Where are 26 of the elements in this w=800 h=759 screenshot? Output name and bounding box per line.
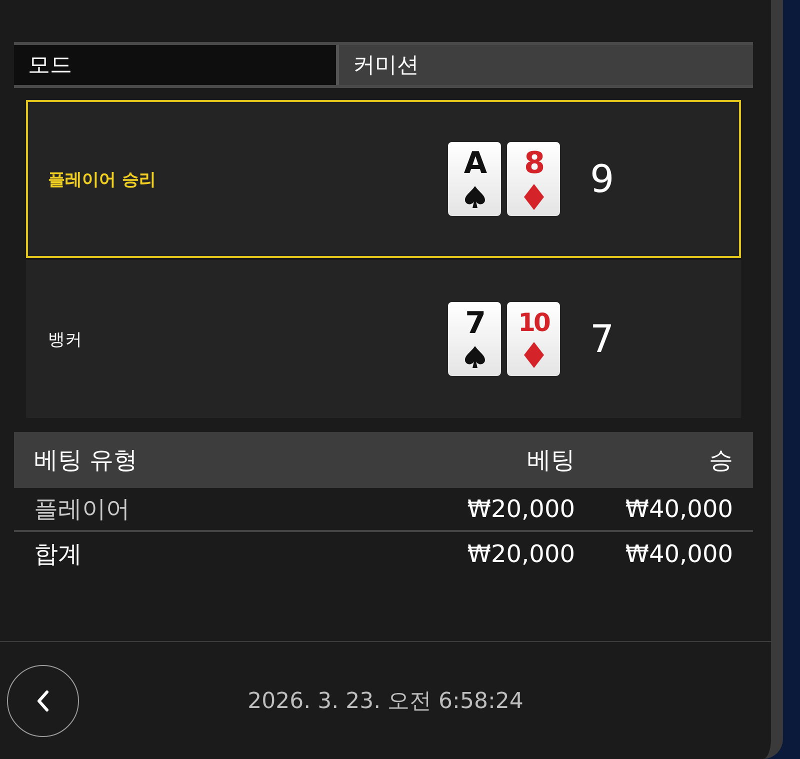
playing-card: 8	[507, 142, 560, 216]
column-header: 베팅 유형	[34, 445, 139, 476]
mode-value: 커미션	[336, 45, 753, 85]
playing-card: 10	[507, 302, 560, 376]
playing-card: A	[448, 142, 501, 216]
timestamp: 2026. 3. 23. 오전 6:58:24	[246, 688, 524, 716]
column-header: 승	[708, 445, 733, 476]
table-cell-text: ₩40,000	[624, 540, 733, 568]
chevron-left-icon	[36, 690, 50, 712]
table-cell-text: 합계	[34, 539, 83, 570]
spade-icon	[464, 345, 486, 369]
back-button[interactable]	[7, 664, 79, 736]
column-header: 베팅	[526, 445, 575, 476]
table-cell-text: 플레이어	[34, 494, 131, 525]
table-cell-text: ₩40,000	[624, 495, 733, 523]
spade-icon	[464, 185, 486, 209]
hand-label: 뱅커	[47, 328, 83, 350]
mode-label: 모드	[14, 45, 336, 85]
playing-card: 7	[448, 302, 501, 376]
table-cell-text: ₩20,000	[466, 495, 575, 523]
hand-label: 플레이어 승리	[47, 168, 157, 190]
diamond-icon	[524, 184, 544, 210]
hand-total: 9	[590, 157, 614, 201]
diamond-icon	[524, 342, 544, 368]
hand-total: 7	[590, 317, 614, 361]
table-cell-text: ₩20,000	[466, 540, 575, 568]
